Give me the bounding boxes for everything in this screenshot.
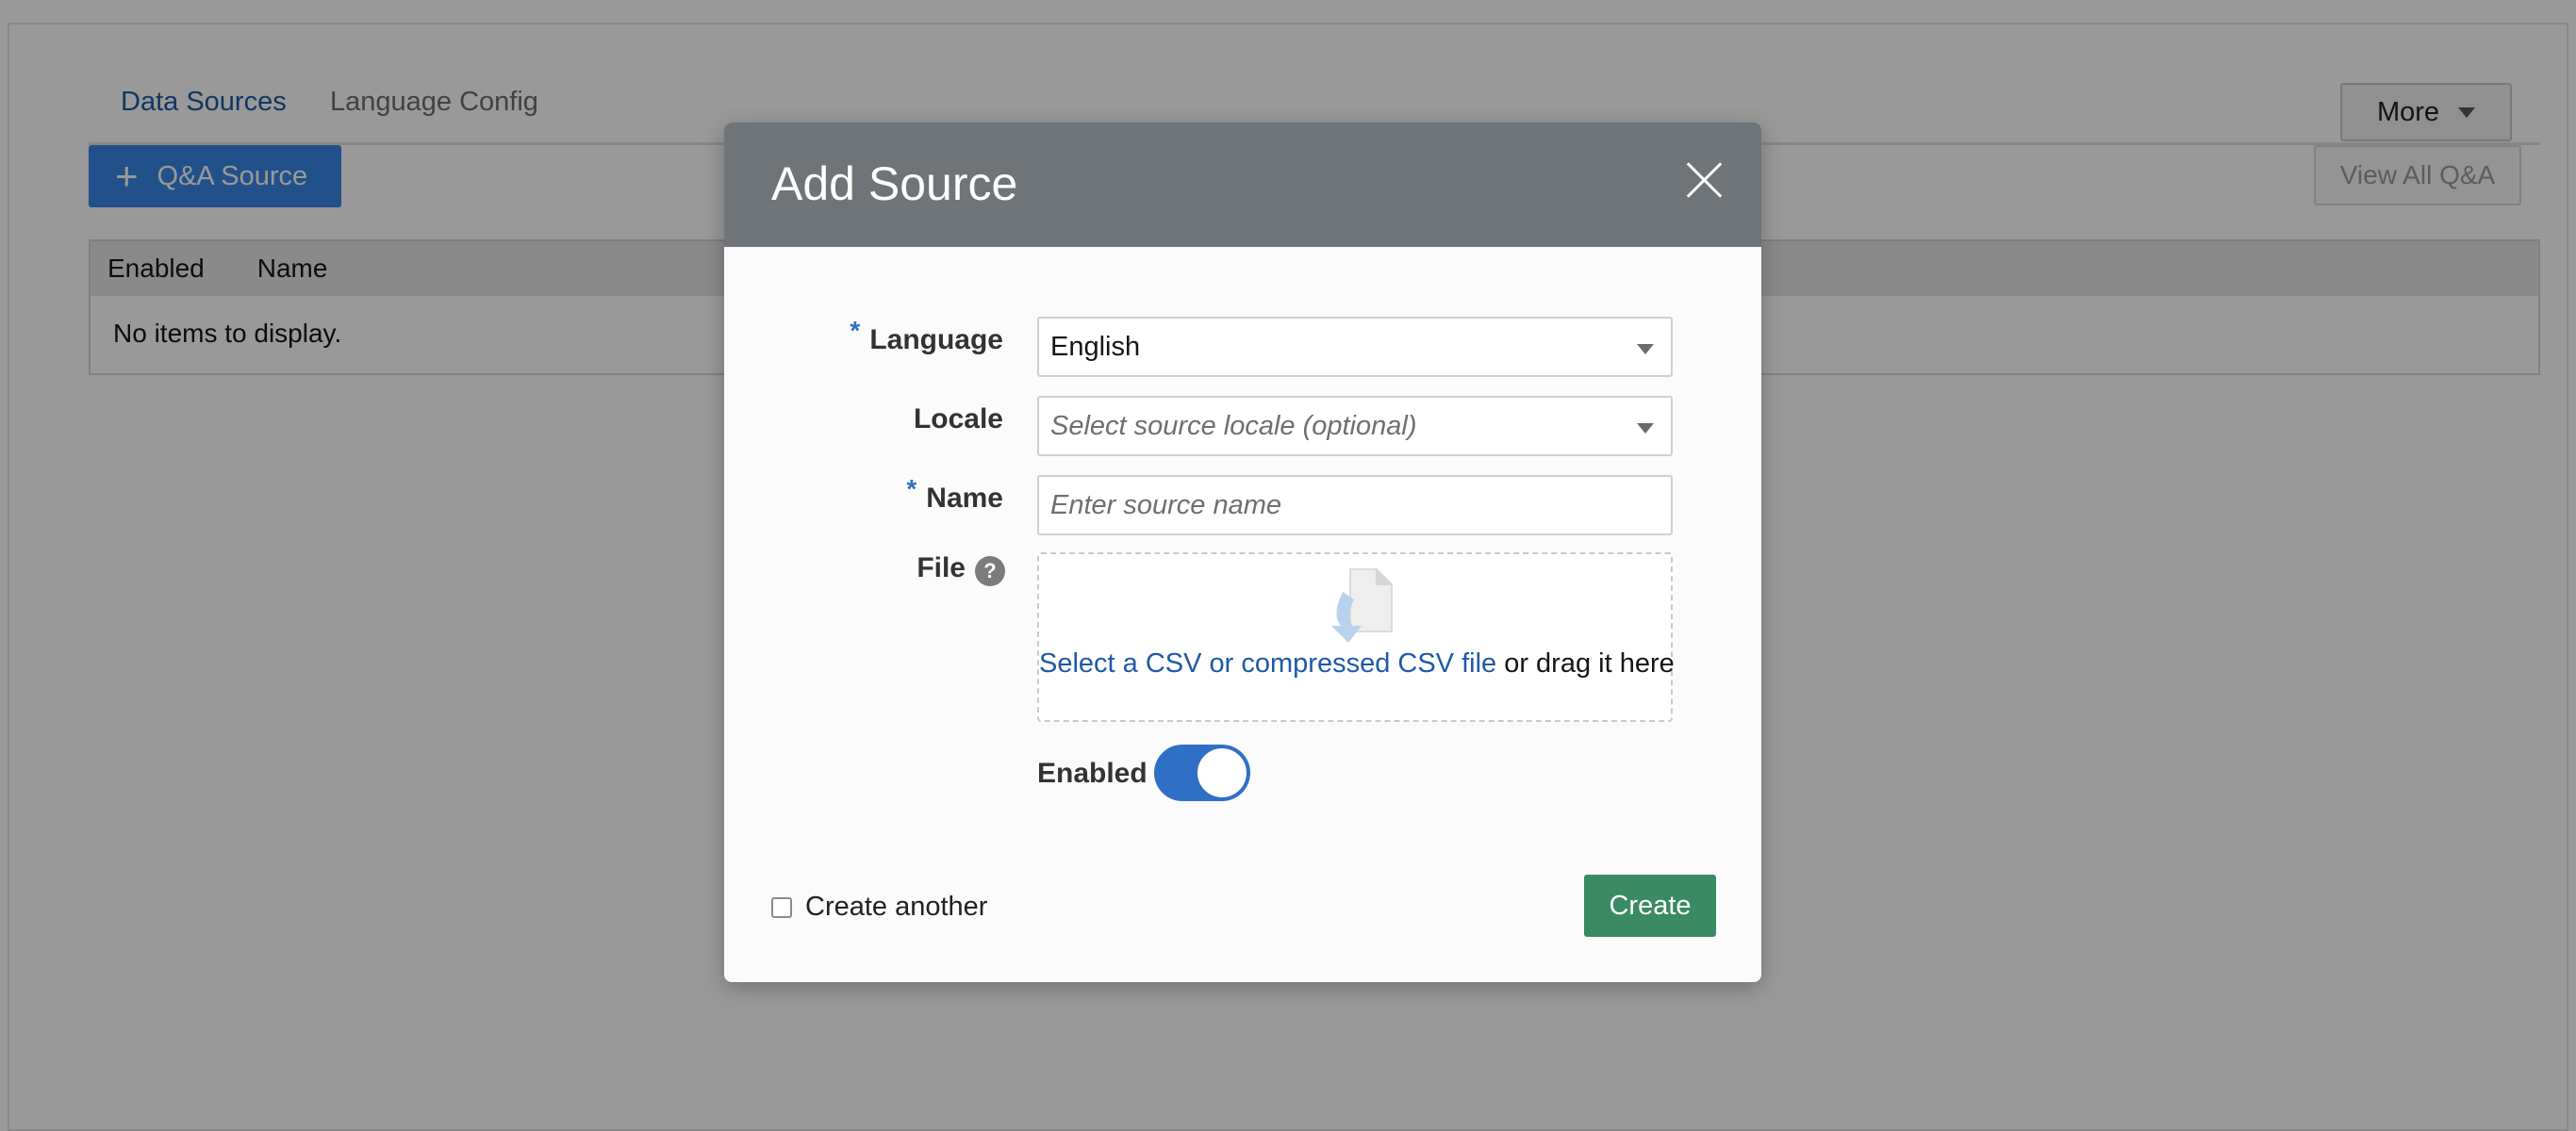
source-name-input[interactable]: Enter source name bbox=[1037, 475, 1673, 535]
dropdown-arrow-icon bbox=[1637, 344, 1654, 354]
name-label-text: Name bbox=[926, 483, 1003, 514]
help-icon[interactable]: ? bbox=[975, 556, 1005, 586]
dialog-header: Add Source bbox=[724, 123, 1761, 247]
create-button[interactable]: Create bbox=[1584, 875, 1716, 937]
drag-hint: or drag it here bbox=[1496, 648, 1675, 679]
name-label: * Name bbox=[781, 474, 1003, 515]
required-marker: * bbox=[850, 316, 861, 345]
dropzone-text: Select a CSV or compressed CSV file or d… bbox=[1039, 648, 1675, 680]
toggle-knob bbox=[1197, 748, 1247, 797]
file-dropzone[interactable]: Select a CSV or compressed CSV file or d… bbox=[1037, 552, 1675, 722]
required-marker: * bbox=[906, 474, 917, 503]
language-select-value: English bbox=[1050, 331, 1141, 362]
close-icon[interactable] bbox=[1684, 160, 1724, 200]
language-label: * Language bbox=[781, 316, 1003, 356]
enabled-toggle[interactable] bbox=[1154, 745, 1250, 801]
name-placeholder: Enter source name bbox=[1050, 489, 1282, 520]
locale-placeholder: Select source locale (optional) bbox=[1050, 410, 1417, 441]
locale-label: Locale bbox=[913, 403, 1003, 434]
create-another-label: Create another bbox=[805, 892, 988, 922]
language-select[interactable]: English bbox=[1037, 317, 1673, 377]
locale-select[interactable]: Select source locale (optional) bbox=[1037, 396, 1673, 456]
select-file-link[interactable]: Select a CSV or compressed CSV file bbox=[1039, 648, 1496, 679]
dialog-title: Add Source bbox=[771, 157, 1018, 210]
enabled-label: Enabled bbox=[1037, 758, 1148, 789]
create-another-checkbox[interactable] bbox=[771, 896, 792, 918]
create-another-option[interactable]: Create another bbox=[771, 892, 987, 923]
dropdown-arrow-icon bbox=[1637, 423, 1654, 434]
file-upload-icon bbox=[1331, 568, 1393, 643]
language-label-text: Language bbox=[869, 324, 1003, 355]
add-source-dialog: Add Source * Language English Locale Sele… bbox=[724, 123, 1761, 982]
file-label: File bbox=[916, 552, 966, 583]
